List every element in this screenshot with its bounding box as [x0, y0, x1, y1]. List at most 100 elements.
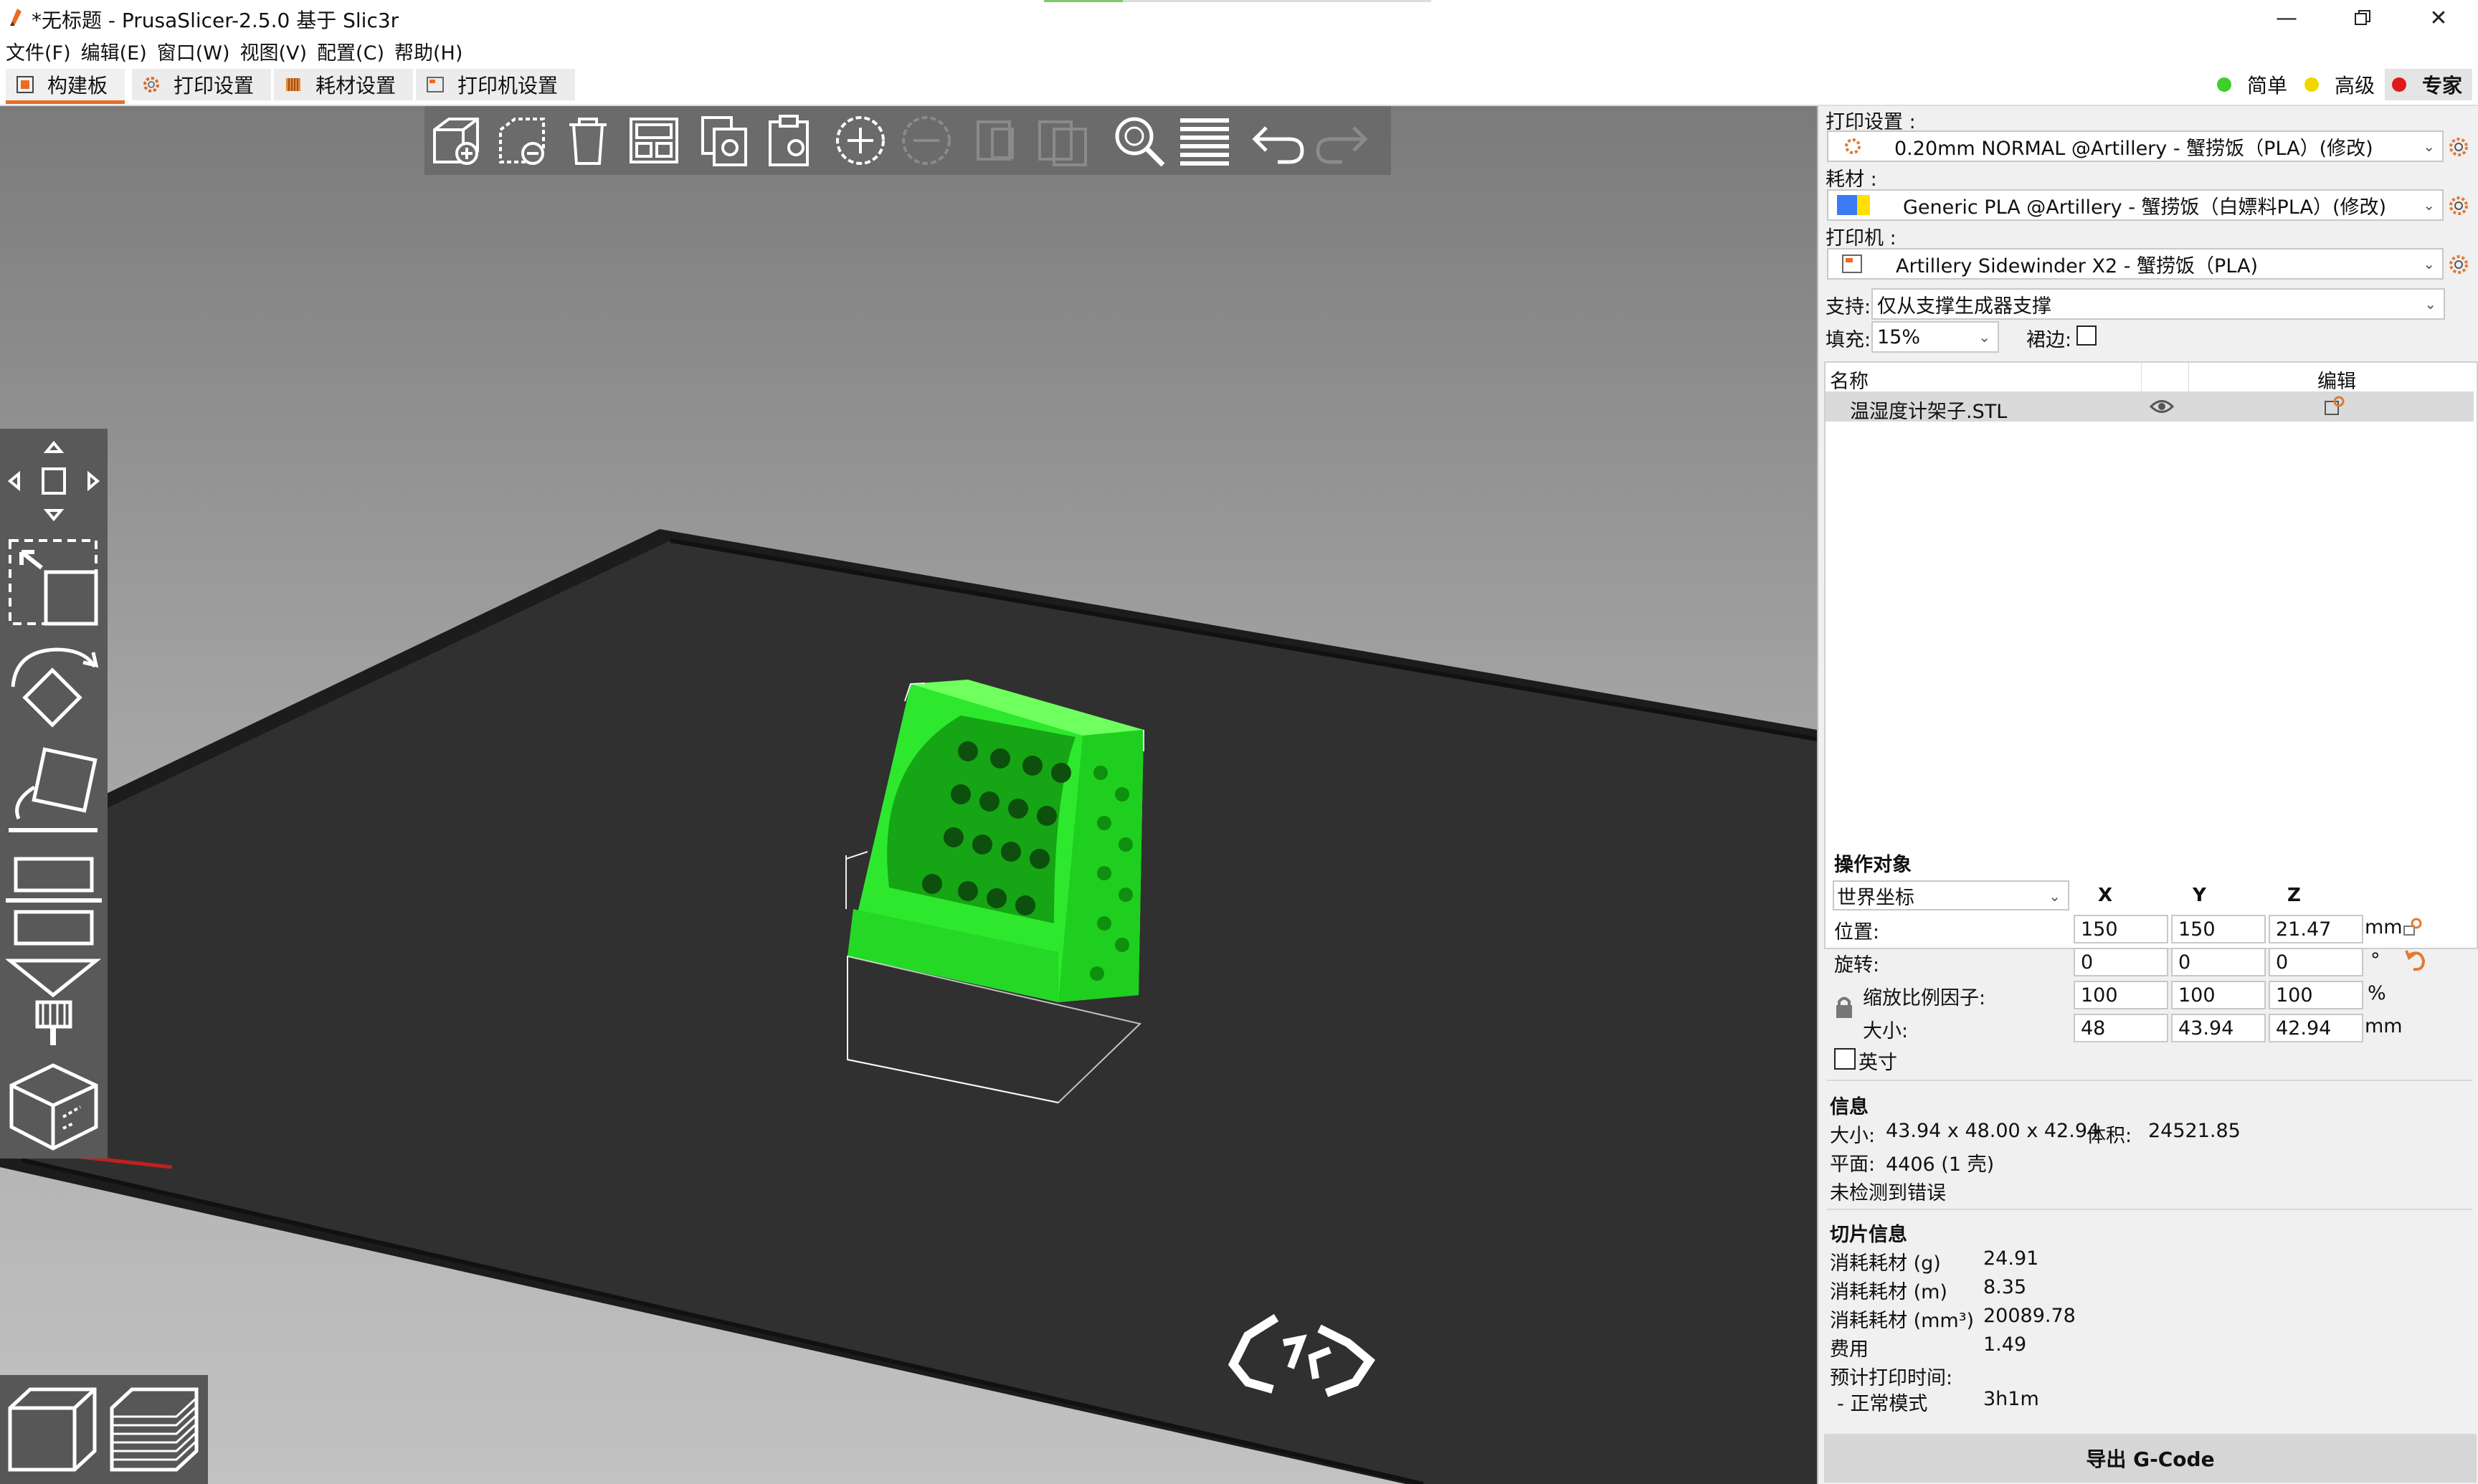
mode-simple-label: 简单: [2247, 74, 2288, 97]
delete-all-icon[interactable]: [559, 112, 617, 169]
axis-x-label: X: [2098, 885, 2113, 906]
tab-plater[interactable]: 构建板: [6, 69, 125, 104]
print-settings-edit-icon[interactable]: [2446, 135, 2471, 159]
used-filament-g-value: 24.91: [1983, 1247, 2039, 1270]
rotation-z-input[interactable]: 0: [2269, 948, 2363, 976]
scale-z-input[interactable]: 100: [2269, 981, 2363, 1009]
filament-edit-icon[interactable]: [2446, 194, 2471, 218]
printer-edit-icon[interactable]: [2446, 252, 2471, 277]
tab-filament-settings[interactable]: 耗材设置: [274, 69, 414, 100]
position-y-input[interactable]: 150: [2171, 915, 2266, 943]
rotation-x-input[interactable]: 0: [2074, 948, 2168, 976]
edit-settings-icon[interactable]: [2323, 396, 2345, 417]
size-unit: mm: [2365, 1015, 2403, 1037]
print-settings-gear-icon: [1845, 138, 1861, 154]
print-bed-scene[interactable]: [0, 106, 1817, 1484]
info-volume-label: 体积:: [2087, 1125, 2132, 1147]
filament-combo[interactable]: Generic PLA @Artillery - 蟹捞饭（白嫖料PLA）(修改)…: [1827, 189, 2444, 221]
manipulation-title: 操作对象: [1834, 854, 1912, 876]
spool-icon: [286, 78, 300, 91]
menu-edit[interactable]: 编辑(E): [81, 37, 147, 65]
drop-to-bed-icon[interactable]: [2402, 916, 2424, 938]
lock-icon[interactable]: [1834, 995, 1854, 1019]
divider: [1827, 1080, 2472, 1081]
normal-mode-value: 3h1m: [1983, 1388, 2039, 1410]
menu-window[interactable]: 窗口(W): [157, 37, 230, 65]
column-name[interactable]: 名称: [1830, 366, 1869, 394]
search-icon[interactable]: [1110, 112, 1167, 169]
minimize-icon[interactable]: —: [2247, 0, 2326, 36]
print-settings-combo[interactable]: 0.20mm NORMAL @Artillery - 蟹捞饭（PLA）(修改) …: [1827, 130, 2444, 162]
chevron-down-icon: ⌄: [2423, 138, 2435, 155]
3d-object-icon[interactable]: [6, 1060, 102, 1151]
move-icon[interactable]: [6, 437, 102, 528]
infill-combo[interactable]: 15% ⌄: [1871, 321, 1999, 353]
used-filament-m-label: 消耗耗材 (m): [1830, 1281, 1947, 1303]
restore-icon[interactable]: [2323, 0, 2402, 36]
split-objects-icon[interactable]: [974, 112, 1031, 169]
delete-icon[interactable]: [493, 112, 551, 169]
infill-value: 15%: [1877, 325, 1921, 348]
export-gcode-button[interactable]: 导出 G-Code: [1824, 1434, 2477, 1483]
info-facets-label: 平面:: [1830, 1154, 1876, 1176]
add-instance-icon[interactable]: [832, 112, 889, 169]
place-on-face-icon[interactable]: [6, 744, 102, 837]
object-list[interactable]: 名称 编辑 温湿度计架子.STL: [1824, 361, 2478, 949]
coordinates-combo[interactable]: 世界坐标 ⌄: [1833, 880, 2069, 910]
mode-advanced[interactable]: 高级: [2297, 69, 2385, 100]
scale-y-input[interactable]: 100: [2171, 981, 2266, 1009]
tab-print-settings[interactable]: 打印设置: [132, 69, 272, 100]
sliced-info-title: 切片信息: [1830, 1224, 1907, 1246]
size-y-input[interactable]: 43.94: [2171, 1014, 2266, 1042]
support-combo[interactable]: 仅从支撑生成器支撑 ⌄: [1871, 288, 2445, 320]
redo-icon[interactable]: [1314, 112, 1371, 169]
position-x-input[interactable]: 150: [2074, 915, 2168, 943]
remove-instance-icon[interactable]: [898, 112, 955, 169]
menu-file[interactable]: 文件(F): [6, 37, 71, 65]
cost-label: 费用: [1830, 1338, 1869, 1361]
support-value: 仅从支撑生成器支撑: [1877, 295, 2051, 318]
copy-icon[interactable]: [696, 112, 753, 169]
eye-icon[interactable]: [2150, 397, 2174, 416]
menu-configuration[interactable]: 配置(C): [317, 37, 384, 65]
column-edit[interactable]: 编辑: [2317, 366, 2356, 394]
print-settings-value: 0.20mm NORMAL @Artillery - 蟹捞饭（PLA）(修改): [1894, 137, 2373, 160]
inches-checkbox[interactable]: [1834, 1048, 1856, 1070]
axis-z-label: Z: [2287, 885, 2301, 906]
arrange-icon[interactable]: [625, 112, 683, 169]
size-label: 大小:: [1863, 1020, 1909, 1042]
scale-x-input[interactable]: 100: [2074, 981, 2168, 1009]
list-item[interactable]: 温湿度计架子.STL: [1826, 391, 2474, 423]
position-label: 位置:: [1834, 921, 1880, 943]
reset-rotation-icon[interactable]: [2403, 948, 2426, 972]
preview-icon[interactable]: [108, 1384, 202, 1475]
add-icon[interactable]: [427, 112, 485, 169]
mode-simple[interactable]: 简单: [2210, 69, 2297, 100]
position-unit: mm: [2365, 916, 2403, 938]
split-parts-icon[interactable]: [1035, 112, 1093, 169]
rotate-icon[interactable]: [6, 644, 102, 733]
rotation-y-input[interactable]: 0: [2171, 948, 2266, 976]
size-x-input[interactable]: 48: [2074, 1014, 2168, 1042]
layers-editing-icon[interactable]: [1176, 112, 1233, 169]
tab-printer-settings[interactable]: 打印机设置: [416, 69, 576, 100]
close-icon[interactable]: ✕: [2399, 0, 2478, 36]
brim-checkbox[interactable]: [2076, 325, 2097, 346]
position-z-input[interactable]: 21.47: [2269, 915, 2363, 943]
cut-icon[interactable]: [6, 849, 102, 949]
menu-view[interactable]: 视图(V): [240, 37, 308, 65]
support-paint-icon[interactable]: [6, 956, 102, 1050]
mode-expert-dot: [2392, 77, 2406, 92]
printer-combo[interactable]: Artillery Sidewinder X2 - 蟹捞饭（PLA) ⌄: [1827, 248, 2444, 280]
menu-bar: 文件(F) 编辑(E) 窗口(W) 视图(V) 配置(C) 帮助(H): [0, 36, 2478, 66]
sidebar: 打印设置 : 0.20mm NORMAL @Artillery - 蟹捞饭（PL…: [1817, 106, 2478, 1484]
scale-icon[interactable]: [6, 536, 102, 629]
undo-icon[interactable]: [1249, 112, 1306, 169]
mode-expert[interactable]: 专家: [2385, 69, 2473, 100]
3d-view-icon[interactable]: [6, 1384, 100, 1475]
paste-icon[interactable]: [761, 112, 819, 169]
menu-help[interactable]: 帮助(H): [394, 37, 462, 65]
3d-viewport[interactable]: [0, 106, 1817, 1484]
prusaslicer-app-icon: [10, 9, 22, 26]
size-z-input[interactable]: 42.94: [2269, 1014, 2363, 1042]
